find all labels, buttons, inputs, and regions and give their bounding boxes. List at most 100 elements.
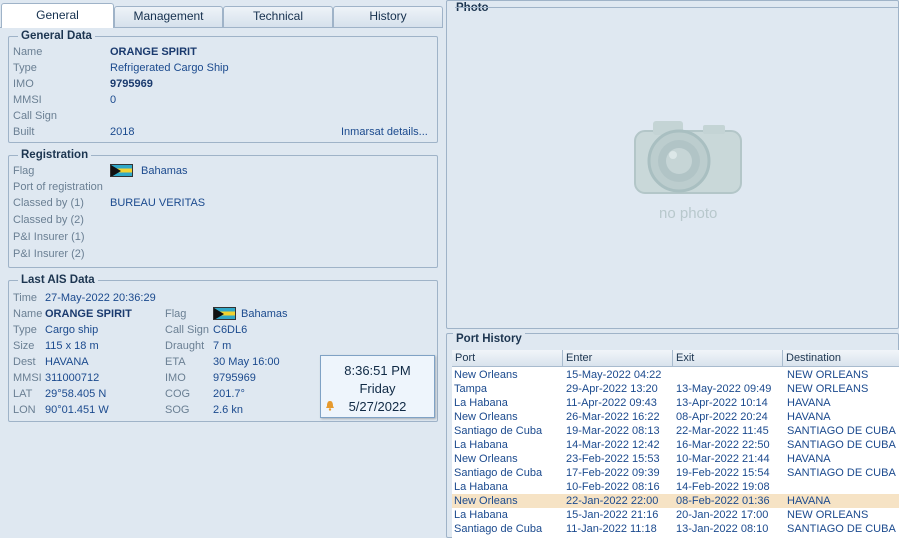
destination-cell: HAVANA xyxy=(787,453,831,465)
port-cell: Santiago de Cuba xyxy=(454,425,543,437)
port-history-group: Port History Port Enter Exit Destination… xyxy=(446,333,899,538)
table-row[interactable]: La Habana 14-Mar-2022 12:42 16-Mar-2022 22… xyxy=(452,438,899,452)
destination-cell: NEW ORLEANS xyxy=(787,509,869,521)
destination-cell: SANTIAGO DE CUBA xyxy=(787,523,896,535)
camera-icon xyxy=(634,121,742,194)
bahamas-flag-icon xyxy=(213,307,236,320)
ais-lon-label: LON xyxy=(13,404,36,416)
ship-name: ORANGE SPIRIT xyxy=(110,46,197,58)
exit-cell: 08-Feb-2022 01:36 xyxy=(676,495,770,507)
enter-cell: 29-Apr-2022 13:20 xyxy=(566,383,658,395)
no-photo-text: no photo xyxy=(659,205,718,222)
ais-dest-value: HAVANA xyxy=(45,356,89,368)
ais-lat-value: 29°58.405 N xyxy=(45,388,107,400)
port-cell: La Habana xyxy=(454,439,508,451)
enter-cell: 15-May-2022 04:22 xyxy=(566,369,662,381)
table-row[interactable]: Tampa 29-Apr-2022 13:20 13-May-2022 09:49 N… xyxy=(452,382,899,396)
imo-value: 9795969 xyxy=(110,78,153,90)
column-header-enter[interactable]: Enter xyxy=(563,350,673,367)
destination-cell: SANTIAGO DE CUBA xyxy=(787,425,896,437)
destination-cell: NEW ORLEANS xyxy=(787,383,869,395)
table-row[interactable]: La Habana 15-Jan-2022 21:16 20-Jan-2022 17… xyxy=(452,508,899,522)
port-cell: La Habana xyxy=(454,397,508,409)
column-header-port[interactable]: Port xyxy=(452,350,563,367)
built-label: Built xyxy=(13,126,35,138)
table-row[interactable]: New Orleans 23-Feb-2022 15:53 10-Mar-2022 … xyxy=(452,452,899,466)
exit-cell: 19-Feb-2022 15:54 xyxy=(676,467,770,479)
port-history-table[interactable]: Port Enter Exit Destination New Orleans 1… xyxy=(452,350,899,538)
ais-lon-value: 90°01.451 W xyxy=(45,404,109,416)
table-row[interactable]: Santiago de Cuba 19-Mar-2022 08:13 22-Mar-… xyxy=(452,424,899,438)
table-header: Port Enter Exit Destination xyxy=(452,350,899,367)
enter-cell: 22-Jan-2022 22:00 xyxy=(566,495,659,507)
table-row[interactable]: Santiago de Cuba 17-Feb-2022 09:39 19-Feb-… xyxy=(452,466,899,480)
classed-by-1-label: Classed by (1) xyxy=(13,197,84,209)
general-data-group: General Data Name ORANGE SPIRIT Type Ref… xyxy=(8,30,438,143)
table-row[interactable]: New Orleans 15-May-2022 04:22 NEW ORLEANS xyxy=(452,368,899,382)
port-cell: La Habana xyxy=(454,509,508,521)
tab-general[interactable]: General xyxy=(1,3,114,28)
destination-cell: SANTIAGO DE CUBA xyxy=(787,439,896,451)
port-cell: Santiago de Cuba xyxy=(454,467,543,479)
tab-history[interactable]: History xyxy=(333,6,443,27)
ais-imo-label: IMO xyxy=(165,372,186,384)
exit-cell: 14-Feb-2022 19:08 xyxy=(676,481,770,493)
table-row[interactable]: New Orleans 22-Jan-2022 22:00 08-Feb-2022 … xyxy=(452,494,899,508)
clock-tooltip: 8:36:51 PM Friday 5/27/2022 xyxy=(320,355,435,418)
exit-cell: 08-Apr-2022 20:24 xyxy=(676,411,768,423)
ais-name-value: ORANGE SPIRIT xyxy=(45,308,132,320)
table-row[interactable]: Santiago de Cuba 11-Jan-2022 11:18 13-Jan-… xyxy=(452,522,899,536)
port-cell: La Habana xyxy=(454,481,508,493)
mmsi-value: 0 xyxy=(110,94,117,106)
clock-time: 8:36:51 PM xyxy=(344,363,411,378)
port-of-registration-label: Port of registration xyxy=(13,181,103,193)
tab-technical[interactable]: Technical xyxy=(223,6,333,27)
ais-mmsi-label: MMSI xyxy=(13,372,42,384)
port-cell: Tampa xyxy=(454,383,488,395)
exit-cell: 13-Apr-2022 10:14 xyxy=(676,397,768,409)
enter-cell: 11-Apr-2022 09:43 xyxy=(566,397,657,409)
enter-cell: 14-Mar-2022 12:42 xyxy=(566,439,660,451)
destination-cell: HAVANA xyxy=(787,495,831,507)
callsign-label: Call Sign xyxy=(13,110,58,122)
flag-label: Flag xyxy=(13,165,35,177)
enter-cell: 11-Jan-2022 11:18 xyxy=(566,523,657,535)
destination-cell: NEW ORLEANS xyxy=(787,369,869,381)
ais-lat-label: LAT xyxy=(13,388,33,400)
ais-draught-value: 7 m xyxy=(213,340,232,352)
exit-cell: 22-Mar-2022 11:45 xyxy=(676,425,769,437)
exit-cell: 16-Mar-2022 22:50 xyxy=(676,439,770,451)
table-row[interactable]: La Habana 10-Feb-2022 08:16 14-Feb-2022 19… xyxy=(452,480,899,494)
ais-cog-value: 201.7° xyxy=(213,388,245,400)
ais-size-label: Size xyxy=(13,340,35,352)
port-cell: Santiago de Cuba xyxy=(454,523,543,535)
clock-date: 5/27/2022 xyxy=(348,399,407,414)
ais-eta-label: ETA xyxy=(165,356,186,368)
column-header-exit[interactable]: Exit xyxy=(673,350,783,367)
port-cell: New Orleans xyxy=(454,453,518,465)
ais-sog-label: SOG xyxy=(165,404,190,416)
inmarsat-details-link[interactable]: Inmarsat details... xyxy=(341,126,428,138)
tab-management[interactable]: Management xyxy=(114,6,223,27)
ais-flag-value: Bahamas xyxy=(241,308,288,320)
ais-mmsi-value: 311000712 xyxy=(45,372,100,384)
enter-cell: 17-Feb-2022 09:39 xyxy=(566,467,660,479)
flag-value: Bahamas xyxy=(141,165,188,177)
registration-title: Registration xyxy=(18,149,92,161)
enter-cell: 26-Mar-2022 16:22 xyxy=(566,411,660,423)
column-header-destination[interactable]: Destination xyxy=(783,350,899,367)
tab-strip: General Management Technical History xyxy=(0,0,443,28)
classed-by-1-value: BUREAU VERITAS xyxy=(110,197,206,209)
table-row[interactable]: La Habana 11-Apr-2022 09:43 13-Apr-2022 10… xyxy=(452,396,899,410)
table-row[interactable]: New Orleans 26-Mar-2022 16:22 08-Apr-2022 … xyxy=(452,410,899,424)
ais-imo-value: 9795969 xyxy=(213,372,256,384)
mmsi-label: MMSI xyxy=(13,94,42,106)
built-value: 2018 xyxy=(110,126,135,138)
imo-label: IMO xyxy=(13,78,34,90)
ais-eta-value: 30 May 16:00 xyxy=(213,356,280,368)
ship-type: Refrigerated Cargo Ship xyxy=(110,62,229,74)
ais-flag-label: Flag xyxy=(165,308,187,320)
enter-cell: 19-Mar-2022 08:13 xyxy=(566,425,660,437)
ais-size-value: 115 x 18 m xyxy=(45,340,99,352)
enter-cell: 23-Feb-2022 15:53 xyxy=(566,453,660,465)
